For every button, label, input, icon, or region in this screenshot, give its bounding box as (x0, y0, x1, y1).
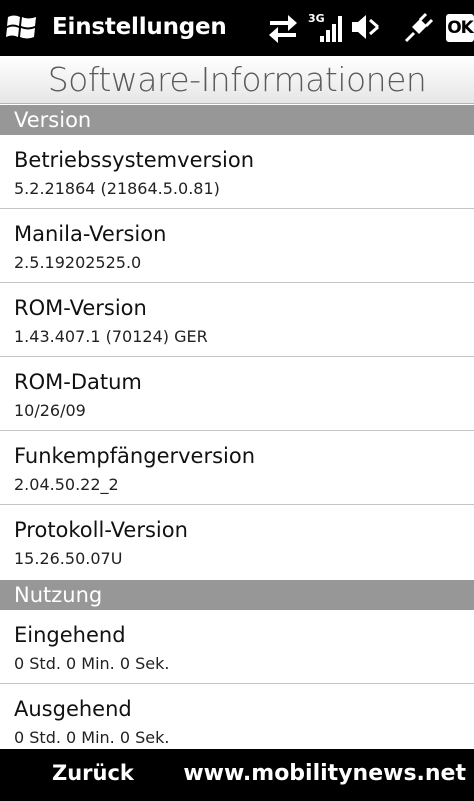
charging-plug-icon (400, 10, 436, 44)
list-item-radio-version: Funkempfängerversion 2.04.50.22_2 (0, 431, 474, 505)
item-label: Funkempfängerversion (14, 444, 256, 468)
list-item-protocol-version: Protokoll-Version 15.26.50.07U (0, 505, 474, 579)
page-title: Software-Informationen (47, 60, 427, 99)
item-label: Betriebssystemversion (14, 148, 255, 172)
back-button[interactable]: Zurück (52, 761, 134, 785)
item-value: 10/26/09 (14, 401, 86, 420)
item-label: ROM-Version (14, 296, 147, 320)
item-value: 1.43.407.1 (70124) GER (14, 327, 208, 346)
windows-start-icon[interactable] (6, 12, 38, 42)
item-label: Ausgehend (14, 697, 132, 721)
status-bar: Einstellungen 3G OK (0, 0, 474, 56)
item-value: 0 Std. 0 Min. 0 Sek. (14, 654, 170, 673)
network-type-label: 3G (308, 12, 325, 25)
item-value: 15.26.50.07U (14, 549, 123, 568)
list-item-rom-date: ROM-Datum 10/26/09 (0, 357, 474, 431)
ok-button[interactable]: OK (446, 14, 474, 42)
page-header: Software-Informationen (0, 56, 474, 104)
list-item-manila-version: Manila-Version 2.5.19202525.0 (0, 209, 474, 283)
item-value: 2.04.50.22_2 (14, 475, 119, 494)
item-value: 5.2.21864 (21864.5.0.81) (14, 179, 220, 198)
list-item-incoming: Eingehend 0 Std. 0 Min. 0 Sek. (0, 610, 474, 684)
section-header-version: Version (0, 105, 474, 135)
list-item-rom-version: ROM-Version 1.43.407.1 (70124) GER (0, 283, 474, 357)
item-label: Manila-Version (14, 222, 167, 246)
watermark-text: www.mobilitynews.net (183, 761, 466, 786)
data-sync-arrows-icon (268, 10, 298, 44)
item-label: Eingehend (14, 623, 126, 647)
signal-strength-icon: 3G (306, 10, 346, 44)
section-header-usage: Nutzung (0, 580, 474, 610)
bottom-bar: Zurück www.mobilitynews.net (0, 749, 474, 801)
list-item-outgoing: Ausgehend 0 Std. 0 Min. 0 Sek. (0, 684, 474, 758)
app-title: Einstellungen (52, 14, 227, 40)
speaker-muted-icon (350, 10, 382, 44)
item-value: 0 Std. 0 Min. 0 Sek. (14, 728, 170, 747)
item-label: ROM-Datum (14, 370, 142, 394)
item-value: 2.5.19202525.0 (14, 253, 142, 272)
item-label: Protokoll-Version (14, 518, 188, 542)
list-item-os-version: Betriebssystemversion 5.2.21864 (21864.5… (0, 135, 474, 209)
